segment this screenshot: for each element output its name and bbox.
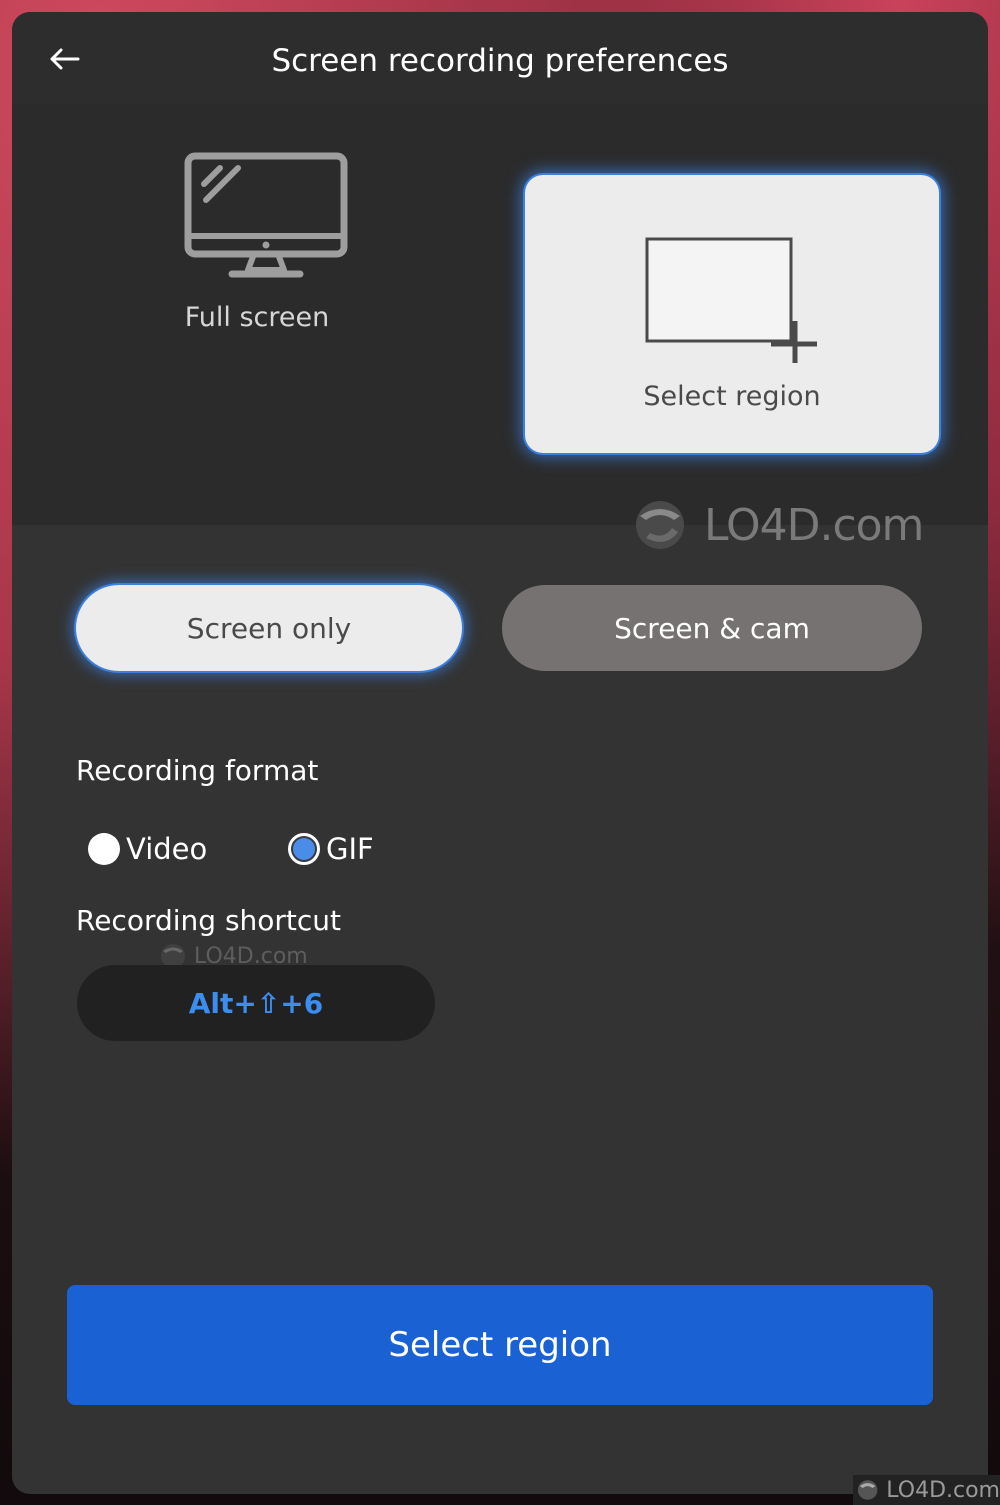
video-radio-label: Video: [126, 832, 208, 866]
gif-radio-circle[interactable]: [288, 833, 320, 865]
monitor-icon: [184, 152, 348, 278]
lo4d-corner-logo-icon: [857, 1480, 878, 1500]
back-button[interactable]: [42, 40, 86, 78]
region-select-icon: [645, 237, 817, 363]
lo4d-watermark: LO4D.com: [626, 498, 924, 552]
arrow-left-icon: [50, 48, 80, 70]
select-region-label: Select region: [643, 381, 821, 412]
screen-cam-button[interactable]: Screen & cam: [502, 585, 922, 671]
shortcut-field[interactable]: Alt+⇧+6: [77, 965, 435, 1041]
preferences-window: Screen recording preferences Full screen…: [12, 12, 988, 1494]
recording-shortcut-label: Recording shortcut: [76, 904, 342, 937]
screen-only-button[interactable]: Screen only: [76, 585, 462, 671]
video-radio-circle[interactable]: [88, 833, 120, 865]
gif-radio[interactable]: GIF: [288, 832, 374, 866]
select-region-button[interactable]: Select region: [67, 1285, 933, 1405]
select-region-option[interactable]: Select region: [525, 175, 939, 453]
lo4d-corner-watermark: LO4D.com: [853, 1475, 1000, 1505]
full-screen-option[interactable]: Full screen: [122, 112, 392, 362]
lo4d-logo-icon: [636, 501, 684, 549]
shortcut-value: Alt+⇧+6: [188, 986, 324, 1020]
full-screen-label: Full screen: [184, 302, 330, 333]
page-title: Screen recording preferences: [271, 43, 729, 79]
corner-watermark-text: LO4D.com: [886, 1477, 1000, 1503]
gif-radio-label: GIF: [326, 832, 374, 866]
watermark-text: LO4D.com: [704, 499, 924, 551]
recording-format-label: Recording format: [76, 754, 319, 787]
video-radio[interactable]: Video: [88, 832, 207, 866]
